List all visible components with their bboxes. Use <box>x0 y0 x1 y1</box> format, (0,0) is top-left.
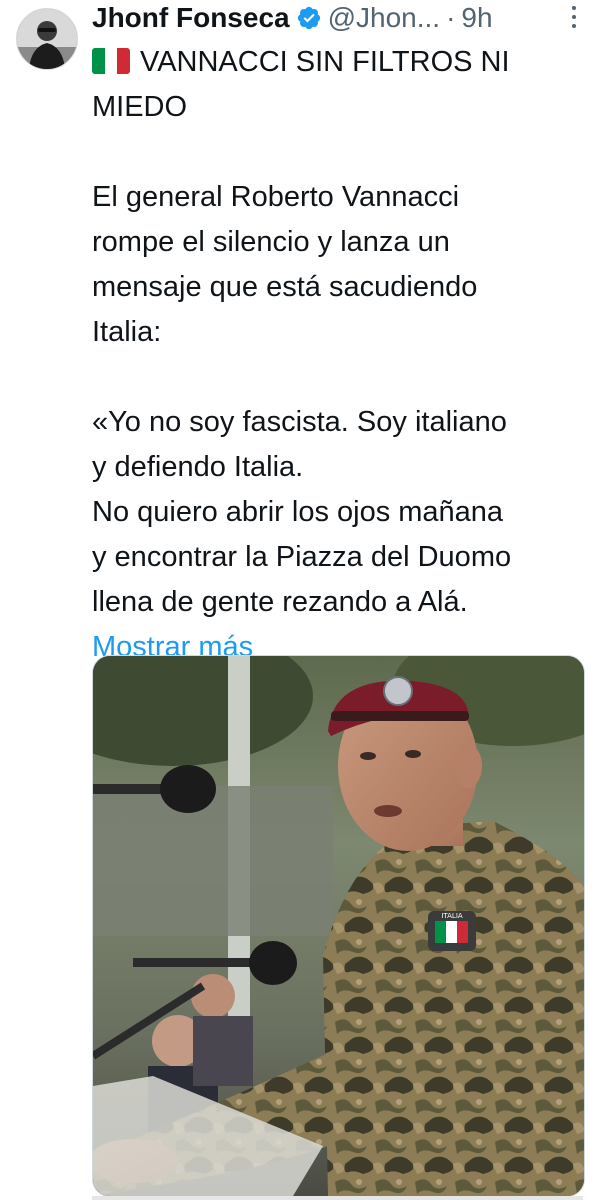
text-line: y encontrar la Piazza del Duomo <box>92 541 512 573</box>
text-line: llena de gente rezando a Alá. <box>92 586 468 618</box>
text-line: rompe el silencio y lanza un <box>92 226 450 258</box>
text-line: «Yo no soy fascista. Soy italiano <box>92 406 507 438</box>
verified-badge-icon <box>296 5 322 31</box>
tweet-photo[interactable]: ITALIA <box>92 655 585 1197</box>
text-line: No quiero abrir los ojos mañana <box>92 496 504 528</box>
text-line: El general Roberto Vannacci <box>92 181 460 213</box>
photo-soldier-at-microphone: ITALIA <box>93 656 584 1196</box>
headline-text: VANNACCI SIN FILTROS NI <box>140 46 510 78</box>
tweet-text: VANNACCI SIN FILTROS NI MIEDO El general… <box>92 40 582 670</box>
avatar-image <box>17 9 77 69</box>
italy-flag-icon <box>92 48 130 74</box>
shoulder-patch-text: ITALIA <box>441 912 463 920</box>
more-options-icon[interactable] <box>570 4 578 30</box>
text-line: MIEDO <box>92 91 188 123</box>
author-handle[interactable]: @Jhon... <box>328 2 440 34</box>
tweet-headline: VANNACCI SIN FILTROS NI <box>92 40 582 85</box>
header-separator: · <box>446 2 456 33</box>
tweet-header: Jhonf Fonseca @Jhon... · 9h <box>92 0 592 36</box>
author-display-name[interactable]: Jhonf Fonseca <box>92 2 290 34</box>
text-line: mensaje que está sacudiendo <box>92 271 478 303</box>
tweet[interactable]: Jhonf Fonseca @Jhon... · 9h VANNACCI SIN… <box>0 0 600 1200</box>
text-line: y defiendo Italia. <box>92 451 304 483</box>
author-avatar[interactable] <box>16 8 78 70</box>
text-line: Italia: <box>92 316 162 348</box>
next-media-edge <box>92 1196 583 1200</box>
tweet-timestamp[interactable]: 9h <box>461 2 492 34</box>
